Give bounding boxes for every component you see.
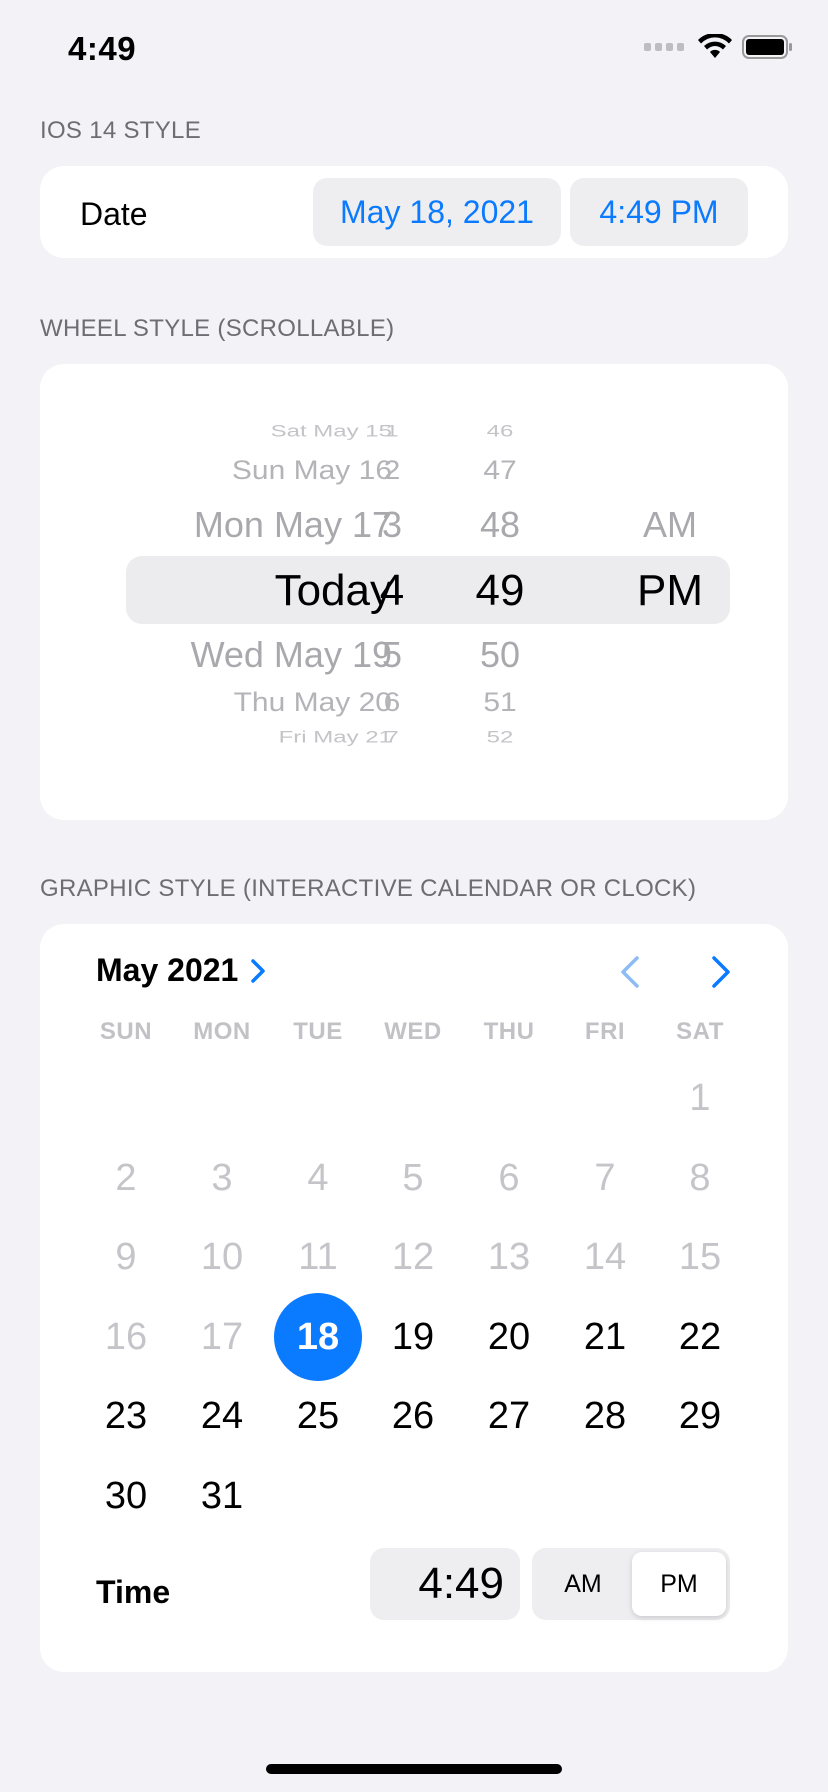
calendar-day[interactable]: 19 <box>365 1293 461 1381</box>
calendar-day[interactable]: 10 <box>174 1213 270 1301</box>
wheel-picker[interactable]: Sat May 15 1 46 Sun May 16 2 47 Mon May … <box>40 364 788 820</box>
calendar-day[interactable]: 8 <box>652 1134 748 1222</box>
battery-icon <box>742 35 792 59</box>
calendar-day[interactable]: 1 <box>652 1054 748 1142</box>
calendar-day[interactable]: 4 <box>270 1134 366 1222</box>
wheel-minute: 51 <box>483 688 517 718</box>
calendar-day[interactable]: 12 <box>365 1213 461 1301</box>
calendar-day[interactable]: 22 <box>652 1293 748 1381</box>
calendar-day[interactable]: 14 <box>557 1213 653 1301</box>
section-label-ios14: IOS 14 STYLE <box>40 117 202 144</box>
calendar-day[interactable]: 27 <box>461 1372 557 1460</box>
wheel-minute: 49 <box>475 566 525 615</box>
calendar-day[interactable]: 25 <box>270 1372 366 1460</box>
time-label: Time <box>96 1574 171 1610</box>
calendar-day[interactable]: 9 <box>78 1213 174 1301</box>
calendar-day[interactable]: 30 <box>78 1452 174 1540</box>
wheel-hour: 2 <box>383 456 401 486</box>
wheel-ampm: AM <box>643 504 697 545</box>
calendar-day-selected[interactable]: 18 <box>270 1292 366 1381</box>
section-label-wheel: WHEEL STYLE (SCROLLABLE) <box>40 315 395 342</box>
section-label-graphic: GRAPHIC STYLE (INTERACTIVE CALENDAR OR C… <box>40 875 697 902</box>
wheel-minute: 50 <box>479 634 521 675</box>
calendar-day[interactable]: 28 <box>557 1372 653 1460</box>
calendar-day[interactable]: 6 <box>461 1134 557 1222</box>
calendar-day[interactable]: 5 <box>365 1134 461 1222</box>
compact-date-card: Date May 18, 2021 4:49 PM <box>40 166 788 258</box>
status-icons <box>644 34 794 60</box>
wheel-minute: 47 <box>483 456 517 486</box>
wheel-hour: 3 <box>381 504 403 545</box>
calendar-day[interactable]: 17 <box>174 1293 270 1381</box>
calendar-grid: 1 2 3 4 5 6 7 8 9 10 11 12 13 14 15 16 17 18 19 20 21 22 23 24 2… <box>40 924 788 1524</box>
am-pm-segmented-control[interactable]: AM PM <box>532 1548 730 1620</box>
wheel-picker-card: Sat May 15 1 46 Sun May 16 2 47 Mon May … <box>40 364 788 820</box>
cellular-signal-icon <box>644 43 684 51</box>
calendar-day[interactable]: 16 <box>78 1293 174 1381</box>
calendar-day[interactable]: 11 <box>270 1213 366 1301</box>
status-time: 4:49 <box>68 30 137 67</box>
calendar-day[interactable]: 29 <box>652 1372 748 1460</box>
calendar-day[interactable]: 26 <box>365 1372 461 1460</box>
wheel-hour: 6 <box>383 688 401 718</box>
calendar-day[interactable]: 7 <box>557 1134 653 1222</box>
home-indicator <box>266 1764 562 1774</box>
pm-segment[interactable]: PM <box>632 1552 726 1616</box>
calendar-day[interactable]: 13 <box>461 1213 557 1301</box>
calendar-day[interactable]: 2 <box>78 1134 174 1222</box>
wheel-minute: 46 <box>486 422 514 441</box>
calendar-card: May 2021 SUN MON TUE WED THU FRI SAT 123… <box>40 924 788 1672</box>
wifi-icon <box>698 34 732 58</box>
time-input[interactable]: 4:49 <box>370 1548 520 1620</box>
date-label: Date <box>80 196 148 232</box>
calendar-day[interactable]: 21 <box>557 1293 653 1381</box>
wheel-hour: 7 <box>385 728 399 747</box>
wheel-minute: 52 <box>486 728 514 747</box>
status-bar: 4:49 <box>0 0 828 100</box>
wheel-minute: 48 <box>479 504 521 545</box>
calendar-day[interactable]: 23 <box>78 1372 174 1460</box>
am-segment[interactable]: AM <box>536 1552 630 1616</box>
calendar-day[interactable]: 3 <box>174 1134 270 1222</box>
calendar-day[interactable]: 15 <box>652 1213 748 1301</box>
wheel-hour: 1 <box>385 422 399 441</box>
calendar-day[interactable]: 20 <box>461 1293 557 1381</box>
calendar-day[interactable]: 24 <box>174 1372 270 1460</box>
wheel-hour: 5 <box>381 634 403 675</box>
date-pill-button[interactable]: May 18, 2021 <box>313 178 561 246</box>
calendar-day[interactable]: 31 <box>174 1452 270 1540</box>
time-pill-button[interactable]: 4:49 PM <box>570 178 748 246</box>
wheel-ampm: PM <box>637 566 703 615</box>
wheel-hour: 4 <box>379 566 405 615</box>
